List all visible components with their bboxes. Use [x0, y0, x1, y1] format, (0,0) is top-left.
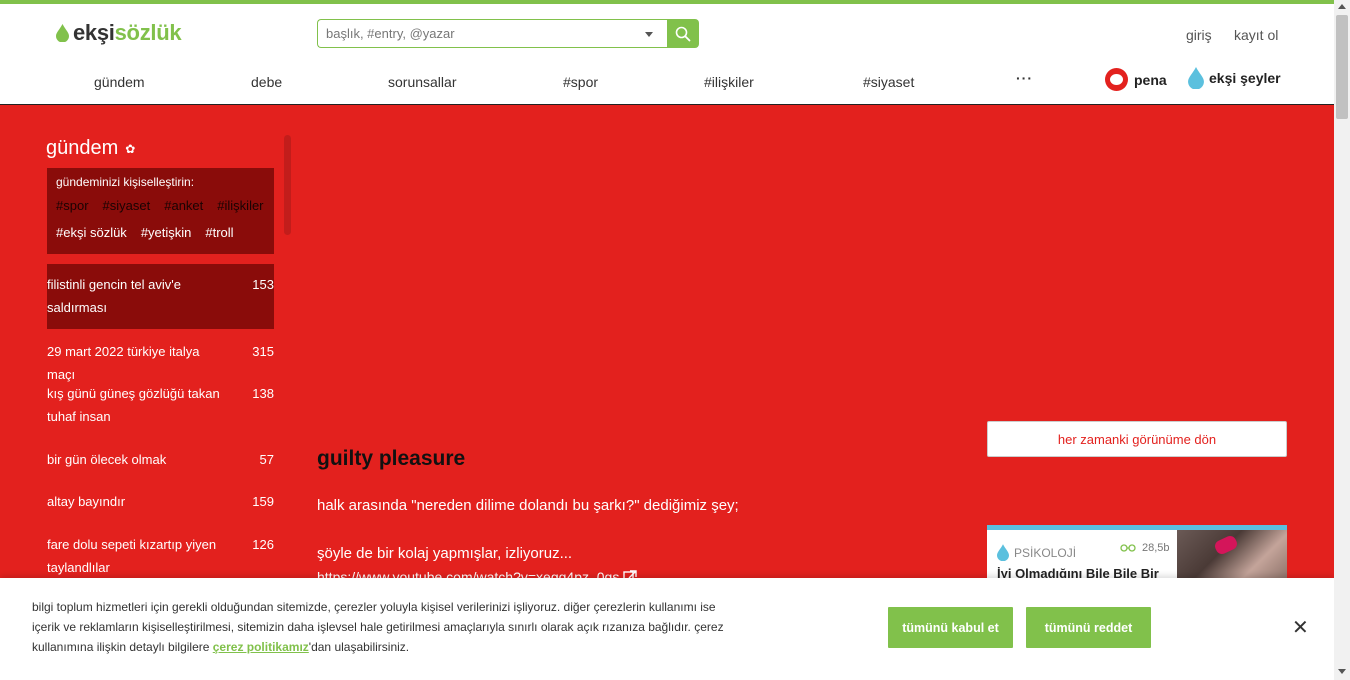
register-link[interactable]: kayıt ol — [1234, 27, 1278, 43]
promo-views: 28,5b — [1120, 542, 1170, 554]
sidebar-title[interactable]: gündem ✿ — [46, 137, 135, 160]
tag-anket[interactable]: #anket — [164, 198, 203, 213]
chevron-down-icon[interactable] — [645, 32, 653, 37]
promo-views-count: 28,5b — [1142, 542, 1170, 554]
gear-icon[interactable]: ✿ — [125, 142, 135, 156]
topic-title: 29 mart 2022 türkiye italya maçı — [47, 344, 200, 382]
nav-iliskiler[interactable]: #ilişkiler — [704, 74, 754, 90]
drop-icon — [997, 544, 1009, 561]
topic-item[interactable]: 29 mart 2022 türkiye italya maçı 315 — [47, 340, 274, 386]
tag-iliskiler[interactable]: #ilişkiler — [217, 198, 263, 213]
drop-icon — [1188, 67, 1204, 89]
promo-image — [1177, 530, 1287, 578]
topic-title: fare dolu sepeti kızartıp yiyen taylandl… — [47, 537, 217, 575]
personalize-box: gündeminizi kişiselleştirin: #spor #siya… — [47, 168, 274, 254]
drop-icon — [56, 24, 69, 42]
tag-row-dim: #spor #siyaset #anket #ilişkiler — [56, 198, 265, 213]
topic-item[interactable]: filistinli gencin tel aviv'e saldırması … — [47, 264, 274, 329]
topic-title: bir gün ölecek olmak — [47, 452, 167, 467]
classic-view-button[interactable]: her zamanki görünüme dön — [987, 421, 1287, 457]
nav-debe[interactable]: debe — [251, 74, 282, 90]
topic-title: kış günü güneş gözlüğü takan tuhaf insan — [47, 386, 220, 424]
scroll-up-arrow-icon[interactable] — [1338, 4, 1346, 9]
reject-all-button[interactable]: tümünü reddet — [1026, 607, 1151, 648]
personalize-title: gündeminizi kişiselleştirin: — [56, 175, 195, 189]
promo-category-label: PSİKOLOJİ — [1014, 545, 1077, 560]
entry-text-line2: şöyle de bir kolaj yapmışlar, izliyoruz.… — [317, 545, 573, 562]
nav-gundem[interactable]: gündem — [94, 74, 145, 90]
nav-spor[interactable]: #spor — [563, 74, 598, 90]
topic-item[interactable]: bir gün ölecek olmak 57 — [47, 448, 274, 471]
page-scrollbar[interactable] — [1334, 0, 1350, 680]
logo-text-eksi: ekşi — [73, 20, 115, 45]
topic-item[interactable]: fare dolu sepeti kızartıp yiyen taylandl… — [47, 533, 274, 579]
tag-yetiskin[interactable]: #yetişkin — [141, 225, 192, 240]
entry-text-line1: halk arasında "nereden dilime dolandı bu… — [317, 497, 739, 514]
cookie-text: bilgi toplum hizmetleri için gerekli old… — [32, 597, 732, 657]
tag-eksi-sozluk[interactable]: #ekşi sözlük — [56, 225, 127, 240]
scroll-down-arrow-icon[interactable] — [1338, 669, 1346, 674]
pena-link[interactable]: pena — [1105, 68, 1167, 91]
tag-spor[interactable]: #spor — [56, 198, 89, 213]
logo-text-sozluk: sözlük — [114, 20, 182, 45]
search-bar — [317, 19, 699, 48]
nav-sorunsallar[interactable]: sorunsallar — [388, 74, 456, 90]
topic-count: 315 — [252, 344, 274, 359]
login-link[interactable]: giriş — [1186, 27, 1212, 43]
tag-troll[interactable]: #troll — [205, 225, 233, 240]
search-box — [317, 19, 667, 48]
scroll-thumb[interactable] — [1336, 15, 1348, 119]
promo-title: İyi Olmadığını Bile Bile Bir — [997, 566, 1159, 578]
nav-siyaset[interactable]: #siyaset — [863, 74, 914, 90]
promo-category: PSİKOLOJİ — [997, 544, 1076, 561]
cookie-policy-link[interactable]: çerez politikamız — [213, 640, 309, 654]
eksi-seyler-label: ekşi şeyler — [1209, 70, 1281, 86]
entry-title[interactable]: guilty pleasure — [317, 447, 465, 471]
pena-label: pena — [1134, 71, 1167, 88]
cookie-banner: bilgi toplum hizmetleri için gerekli old… — [0, 578, 1334, 680]
search-icon — [675, 26, 691, 41]
sidebar-title-text: gündem — [46, 137, 119, 159]
search-button[interactable] — [667, 19, 699, 48]
topic-item[interactable]: kış günü güneş gözlüğü takan tuhaf insan… — [47, 382, 274, 428]
topic-title: altay bayındır — [47, 494, 126, 509]
topic-count: 138 — [252, 386, 274, 401]
search-input[interactable] — [318, 20, 618, 47]
accept-all-button[interactable]: tümünü kabul et — [888, 607, 1013, 648]
eksi-seyler-link[interactable]: ekşi şeyler — [1188, 67, 1281, 89]
topic-count: 126 — [252, 537, 274, 552]
topic-count: 153 — [252, 277, 274, 292]
pena-icon — [1105, 68, 1128, 91]
logo[interactable]: ekşi sözlük — [56, 20, 182, 46]
tag-row-bright: #ekşi sözlük #yetişkin #troll — [56, 225, 265, 240]
glasses-icon — [1120, 544, 1136, 552]
close-icon[interactable]: ✕ — [1292, 618, 1309, 638]
topic-title: filistinli gencin tel aviv'e saldırması — [47, 277, 181, 315]
header: ekşisözlük giriş kayıt ol gündem debe so… — [0, 4, 1334, 105]
sidebar-scrollbar[interactable] — [284, 135, 291, 235]
cookie-text-tail: 'dan ulaşabilirsiniz. — [308, 640, 410, 654]
tag-siyaset[interactable]: #siyaset — [103, 198, 151, 213]
nav-more-button[interactable]: ··· — [1016, 70, 1033, 86]
topic-count: 159 — [252, 494, 274, 509]
topic-count: 57 — [259, 452, 274, 467]
topic-item[interactable]: altay bayındır 159 — [47, 490, 274, 513]
promo-card[interactable]: PSİKOLOJİ 28,5b İyi Olmadığını Bile Bile… — [987, 525, 1287, 578]
